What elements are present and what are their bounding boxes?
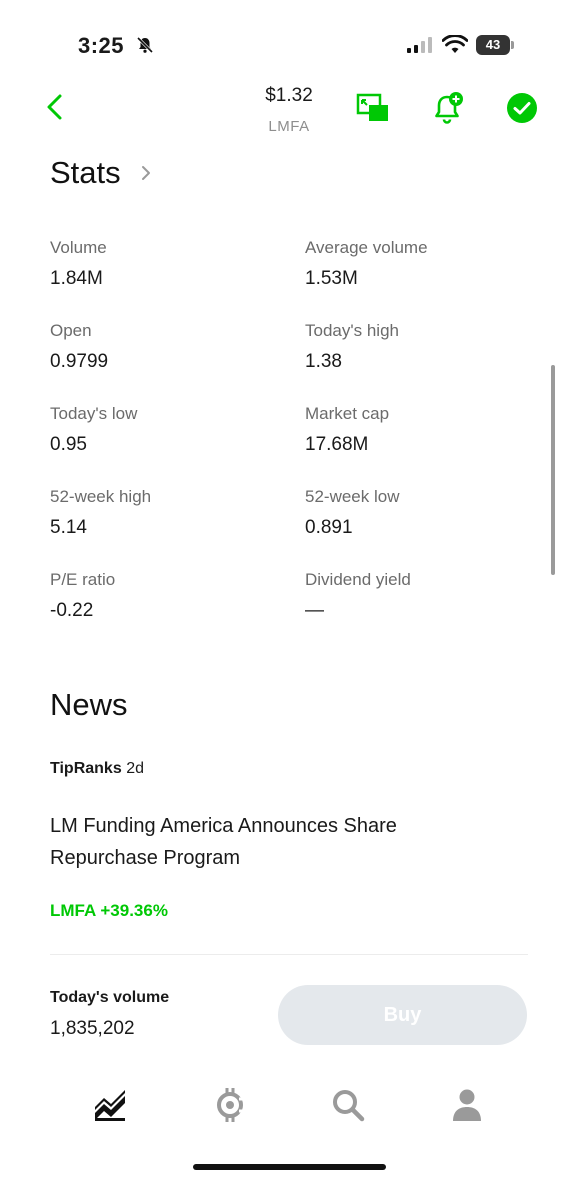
bell-plus-icon[interactable] [432, 91, 466, 125]
stat-value-todays-low: 0.95 [50, 434, 87, 455]
bell-muted-icon [136, 36, 154, 54]
battery-tip [511, 41, 514, 49]
scrollbar[interactable] [551, 365, 555, 575]
stat-label-pe-ratio: P/E ratio [50, 570, 116, 589]
stat-value-average-volume: 1.53M [305, 268, 358, 289]
news-age: 2d [126, 760, 144, 777]
account-icon[interactable] [449, 1087, 485, 1123]
stat-label-dividend-yield: Dividend yield [305, 570, 411, 589]
buy-button[interactable]: Buy [278, 985, 527, 1045]
stat-value-52-week-high: 5.14 [50, 517, 87, 538]
stat-value-52-week-low: 0.891 [305, 517, 353, 538]
pip-icon[interactable] [356, 91, 390, 125]
cellular-signal-icon [407, 37, 432, 53]
news-title: News [50, 687, 128, 722]
stat-label-market-cap: Market cap [305, 404, 390, 423]
stat-value-dividend-yield: — [305, 600, 324, 621]
check-circle-icon[interactable] [505, 91, 539, 125]
crypto-icon[interactable] [212, 1087, 248, 1123]
stat-label-open: Open [50, 321, 92, 340]
battery-indicator: 43 [476, 35, 510, 55]
stat-value-pe-ratio: -0.22 [50, 600, 94, 621]
home-indicator[interactable] [193, 1164, 386, 1170]
stats-title[interactable]: Stats [50, 155, 121, 191]
chevron-right-icon[interactable] [138, 162, 154, 184]
status-time: 3:25 [78, 33, 125, 58]
stat-value-volume: 1.84M [50, 268, 103, 289]
wifi-icon [442, 35, 468, 53]
news-source-name: TipRanks [50, 760, 122, 777]
news-headline[interactable]: LM Funding America Announces Share Repur… [50, 810, 470, 874]
todays-volume-label: Today's volume [50, 989, 170, 1006]
stat-value-open: 0.9799 [50, 351, 109, 372]
ticker-symbol: LMFA [268, 118, 310, 135]
stat-label-52-week-low: 52-week low [305, 487, 400, 506]
stat-value-market-cap: 17.68M [305, 434, 369, 455]
todays-volume-value: 1,835,202 [50, 1018, 135, 1039]
stat-label-todays-high: Today's high [305, 321, 399, 340]
news-source[interactable]: TipRanks 2d [50, 760, 144, 778]
stat-label-52-week-high: 52-week high [50, 487, 152, 506]
current-price: $1.32 [265, 85, 313, 106]
news-ticker-change[interactable]: LMFA +39.36% [50, 901, 168, 921]
stat-label-todays-low: Today's low [50, 404, 138, 423]
search-icon[interactable] [330, 1087, 366, 1123]
chart-icon[interactable] [92, 1087, 128, 1123]
stat-label-volume: Volume [50, 238, 107, 257]
stat-label-average-volume: Average volume [305, 238, 428, 257]
stat-value-todays-high: 1.38 [305, 351, 342, 372]
divider [50, 954, 528, 955]
